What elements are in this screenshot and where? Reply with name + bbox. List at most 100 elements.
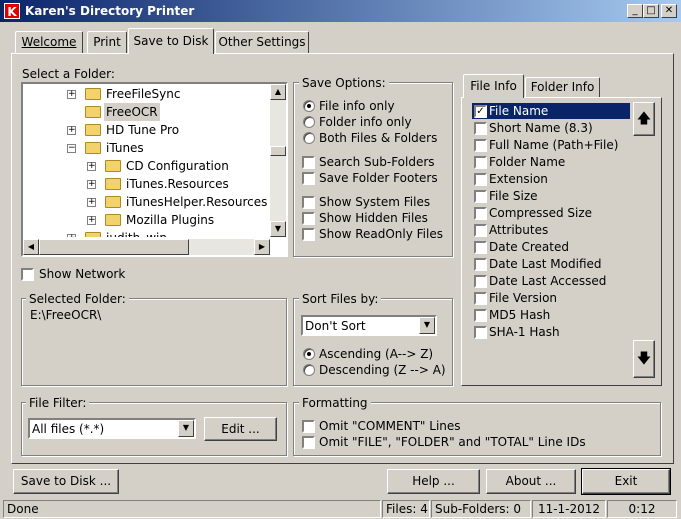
save-to-disk-button[interactable]: Save to Disk ... xyxy=(13,469,119,494)
file-field-checkbox[interactable] xyxy=(474,122,487,135)
chevron-down-icon[interactable]: ▼ xyxy=(419,317,435,334)
tab-save-to-disk[interactable]: Save to Disk xyxy=(128,28,214,54)
file-field-checkbox[interactable]: ✓ xyxy=(474,105,487,118)
hscroll-thumb[interactable] xyxy=(39,239,189,255)
move-up-button[interactable]: 🡅 xyxy=(633,102,655,136)
radio-folder-info-only[interactable] xyxy=(303,116,315,128)
file-field-item[interactable]: Full Name (Path+File) xyxy=(472,137,630,153)
file-field-item[interactable]: Folder Name xyxy=(472,154,630,170)
file-field-item[interactable]: MD5 Hash xyxy=(472,307,630,323)
tree-item[interactable]: + iTunes.Resources xyxy=(23,175,268,193)
expand-icon[interactable]: + xyxy=(67,234,76,237)
folder-icon xyxy=(105,214,121,226)
radio-descending[interactable] xyxy=(303,364,315,376)
file-field-item[interactable]: Date Last Modified xyxy=(472,256,630,272)
file-field-checkbox[interactable] xyxy=(474,139,487,152)
move-down-button[interactable]: 🡇 xyxy=(633,340,655,378)
maximize-button[interactable]: □ xyxy=(643,4,659,18)
file-field-checkbox[interactable] xyxy=(474,207,487,220)
expand-icon[interactable]: + xyxy=(67,90,76,99)
scroll-right-button[interactable]: ▶ xyxy=(254,239,270,255)
status-files: Files: 4 xyxy=(382,500,430,518)
show-system-files-checkbox[interactable] xyxy=(302,196,315,209)
tab-file-info[interactable]: File Info xyxy=(463,74,524,98)
show-readonly-files-checkbox[interactable] xyxy=(302,228,315,241)
file-field-item[interactable]: Compressed Size xyxy=(472,205,630,221)
show-network-checkbox[interactable] xyxy=(21,268,34,281)
file-field-item[interactable]: Date Created xyxy=(472,239,630,255)
file-field-item[interactable]: File Version xyxy=(472,290,630,306)
file-field-checkbox[interactable] xyxy=(474,190,487,203)
file-field-item[interactable]: Attributes xyxy=(472,222,630,238)
file-filter-select[interactable]: All files (*.*) ▼ xyxy=(28,418,196,439)
expand-icon[interactable]: + xyxy=(67,126,76,135)
edit-filter-button[interactable]: Edit ... xyxy=(204,417,277,441)
file-field-checkbox[interactable] xyxy=(474,292,487,305)
show-hidden-files-checkbox[interactable] xyxy=(302,212,315,225)
file-field-checkbox[interactable] xyxy=(474,241,487,254)
tree-item[interactable]: + Mozilla Plugins xyxy=(23,211,268,229)
show-system-files-label: Show System Files xyxy=(319,195,431,209)
file-field-item[interactable]: File Size xyxy=(472,188,630,204)
tree-item[interactable]: + HD Tune Pro xyxy=(23,121,268,139)
arrow-down-icon: 🡇 xyxy=(636,351,652,367)
file-field-item[interactable]: ✓ File Name xyxy=(472,103,630,119)
radio-ascending[interactable] xyxy=(303,348,315,360)
search-subfolders-checkbox[interactable] xyxy=(302,156,315,169)
chevron-down-icon[interactable]: ▼ xyxy=(178,420,194,437)
save-folder-footers-checkbox[interactable] xyxy=(302,172,315,185)
file-field-item[interactable]: Short Name (8.3) xyxy=(472,120,630,136)
file-field-checkbox[interactable] xyxy=(474,173,487,186)
file-field-checkbox[interactable] xyxy=(474,156,487,169)
file-field-checkbox[interactable] xyxy=(474,224,487,237)
tree-vscroll[interactable]: ▲ ▼ xyxy=(270,84,286,237)
omit-comment-checkbox[interactable] xyxy=(302,420,315,433)
scroll-down-button[interactable]: ▼ xyxy=(270,221,286,237)
show-network-label: Show Network xyxy=(39,267,126,281)
file-field-item[interactable]: SHA-1 Hash xyxy=(472,324,630,340)
file-field-checkbox[interactable] xyxy=(474,275,487,288)
file-field-label: File Name xyxy=(489,104,549,118)
expand-icon[interactable]: + xyxy=(87,198,96,207)
scroll-thumb[interactable] xyxy=(270,146,286,156)
tree-item[interactable]: + FreeFileSync xyxy=(23,85,268,103)
scroll-left-button[interactable]: ◀ xyxy=(23,239,39,255)
tab-other-settings[interactable]: Other Settings xyxy=(215,31,309,53)
tree-item[interactable]: + iTunesHelper.Resources xyxy=(23,193,268,211)
file-field-item[interactable]: Extension xyxy=(472,171,630,187)
sort-files-select[interactable]: Don't Sort ▼ xyxy=(301,315,437,336)
collapse-icon[interactable]: − xyxy=(67,144,76,153)
tree-item[interactable]: + CD Configuration xyxy=(23,157,268,175)
about-button[interactable]: About ... xyxy=(486,469,576,494)
folder-tree[interactable]: + FreeFileSync FreeOCR + HD Tune Pro − iTunes +… xyxy=(21,82,288,257)
close-button[interactable]: ✕ xyxy=(661,4,677,18)
tree-item-label: judith_win xyxy=(104,229,169,237)
help-button[interactable]: Help ... xyxy=(387,469,480,494)
scroll-up-button[interactable]: ▲ xyxy=(270,84,286,100)
expand-icon[interactable]: + xyxy=(87,216,96,225)
radio-both-files-folders[interactable] xyxy=(303,132,315,144)
omit-ids-checkbox[interactable] xyxy=(302,436,315,449)
expand-icon[interactable]: + xyxy=(87,162,96,171)
tree-item[interactable]: FreeOCR xyxy=(23,103,268,121)
expand-icon[interactable]: + xyxy=(87,180,96,189)
show-hidden-files-label: Show Hidden Files xyxy=(319,211,428,225)
file-field-checkbox[interactable] xyxy=(474,258,487,271)
exit-button[interactable]: Exit xyxy=(581,468,671,495)
tab-folder-info[interactable]: Folder Info xyxy=(525,77,600,98)
tab-print[interactable]: Print xyxy=(87,31,127,53)
file-field-label: File Version xyxy=(489,291,558,305)
file-field-label: MD5 Hash xyxy=(489,308,551,322)
tree-hscroll[interactable]: ◀ ▶ xyxy=(23,239,270,255)
file-field-item[interactable]: Date Last Accessed xyxy=(472,273,630,289)
sort-files-value: Don't Sort xyxy=(305,319,366,333)
tree-item-label: FreeFileSync xyxy=(106,87,181,101)
tree-item[interactable]: + judith_win xyxy=(23,229,268,237)
tree-item[interactable]: − iTunes xyxy=(23,139,268,157)
file-field-checkbox[interactable] xyxy=(474,309,487,322)
file-field-checkbox[interactable] xyxy=(474,326,487,339)
radio-file-info-only[interactable] xyxy=(303,100,315,112)
file-fields-list[interactable]: ✓ File Name Short Name (8.3) Full Name (Pat… xyxy=(472,101,632,346)
tab-welcome[interactable]: Welcome xyxy=(15,31,83,53)
minimize-button[interactable]: _ xyxy=(627,4,643,18)
